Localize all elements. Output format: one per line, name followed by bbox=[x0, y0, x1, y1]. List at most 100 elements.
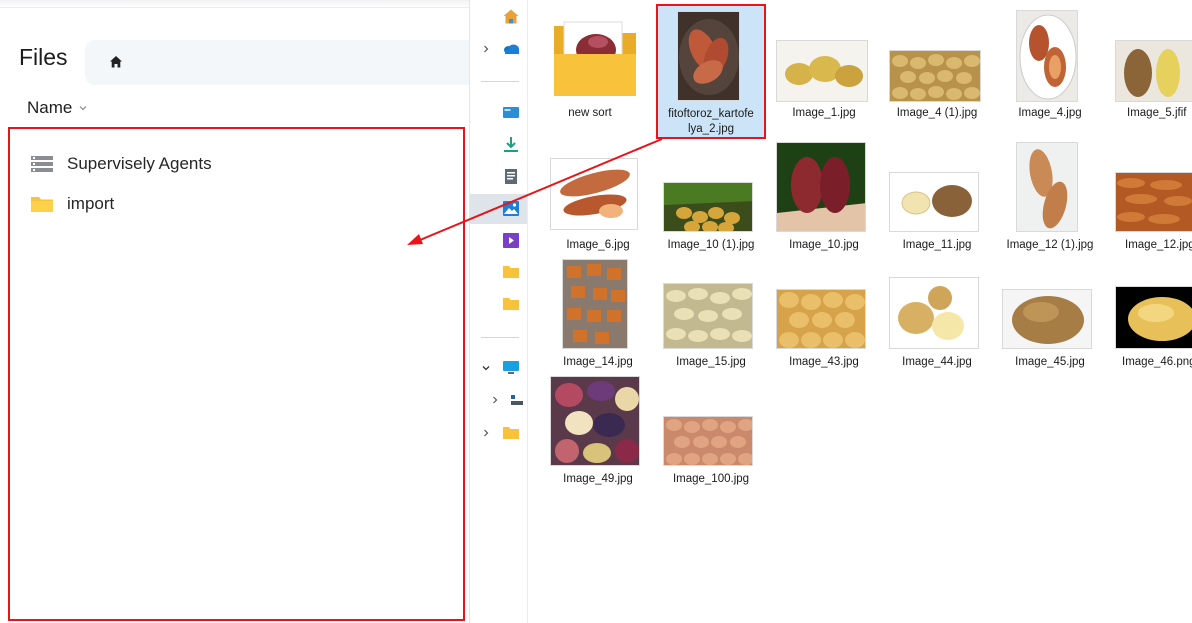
nav-item-folder-3[interactable] bbox=[470, 420, 527, 446]
file-name-label: Image_10 (1).jpg bbox=[667, 239, 755, 251]
file-tile[interactable]: Image_4.jpg bbox=[1002, 10, 1098, 120]
file-name-label: Image_1.jpg bbox=[792, 107, 856, 119]
web-files-panel: Files Name Supervisely Agents import bbox=[0, 0, 469, 623]
chevron-right-icon[interactable] bbox=[490, 395, 500, 405]
image-thumbnail bbox=[677, 11, 740, 101]
image-thumbnail bbox=[663, 416, 753, 466]
nav-item-onedrive[interactable] bbox=[470, 36, 527, 62]
onedrive-cloud-icon bbox=[504, 44, 519, 54]
nav-item-desktop[interactable] bbox=[470, 100, 527, 126]
image-thumbnail bbox=[550, 158, 638, 230]
file-tile[interactable]: Image_1.jpg bbox=[776, 10, 872, 120]
file-name-label: Image_49.jpg bbox=[563, 473, 633, 485]
sort-label: Name bbox=[27, 98, 73, 117]
file-name-line-2: lya_2.jpg bbox=[687, 123, 735, 135]
network-drive-icon bbox=[511, 395, 523, 405]
image-thumbnail bbox=[889, 277, 979, 349]
file-name-label: Image_11.jpg bbox=[902, 239, 972, 251]
file-tile[interactable]: Image_11.jpg bbox=[889, 142, 985, 252]
chevron-right-icon[interactable] bbox=[481, 428, 491, 438]
image-thumbnail bbox=[1115, 286, 1192, 349]
file-name-label: Image_4 (1).jpg bbox=[896, 107, 978, 119]
file-tile[interactable]: Image_12 (1).jpg bbox=[1002, 142, 1098, 252]
folder-icon bbox=[554, 21, 636, 96]
file-tile[interactable]: Image_14.jpg bbox=[550, 259, 646, 369]
breadcrumb bbox=[85, 40, 469, 85]
image-thumbnail bbox=[776, 40, 868, 102]
file-name-label: fitoftoroz_kartofe lya_2.jpg bbox=[653, 107, 769, 137]
folder-tile-new-sort[interactable]: new sort bbox=[542, 10, 638, 120]
desktop-icon bbox=[503, 107, 519, 118]
file-name-label: Image_12.jpg bbox=[1125, 239, 1192, 251]
image-thumbnail bbox=[1115, 40, 1192, 102]
file-tile[interactable]: Image_4 (1).jpg bbox=[889, 10, 985, 120]
file-tile[interactable]: Image_6.jpg bbox=[550, 142, 646, 252]
file-name-label: Image_12 (1).jpg bbox=[1006, 239, 1094, 251]
nav-item-home[interactable] bbox=[470, 4, 527, 30]
image-thumbnail bbox=[550, 376, 640, 466]
nav-item-this-pc[interactable] bbox=[470, 355, 527, 381]
nav-item-folder-2[interactable] bbox=[470, 291, 527, 317]
file-tile[interactable]: Image_44.jpg bbox=[889, 259, 985, 369]
top-strip bbox=[0, 0, 469, 8]
file-tile[interactable]: Image_45.jpg bbox=[1002, 259, 1098, 369]
nav-item-videos[interactable] bbox=[470, 228, 527, 254]
image-thumbnail bbox=[1002, 289, 1092, 349]
image-thumbnail bbox=[889, 50, 981, 102]
nav-divider bbox=[481, 337, 519, 338]
file-tile[interactable]: Image_46.png bbox=[1115, 259, 1192, 369]
file-tile[interactable]: Image_43.jpg bbox=[776, 259, 872, 369]
chevron-down-icon bbox=[79, 106, 87, 111]
file-tile[interactable]: Image_10 (1).jpg bbox=[663, 142, 759, 252]
image-thumbnail bbox=[663, 283, 753, 349]
image-thumbnail bbox=[776, 289, 866, 349]
image-thumbnail bbox=[562, 259, 628, 349]
file-tile-selected[interactable]: fitoftoroz_kartofe lya_2.jpg bbox=[656, 4, 766, 139]
file-name-label: Image_43.jpg bbox=[789, 356, 859, 368]
file-grid: new sort fitoftoroz_kartofe lya_2.jpg Im… bbox=[528, 0, 1192, 623]
file-name-label: Image_6.jpg bbox=[566, 239, 630, 251]
file-name-label: new sort bbox=[568, 107, 612, 119]
file-name-label: Image_10.jpg bbox=[789, 239, 859, 251]
nav-item-pictures[interactable] bbox=[470, 194, 527, 224]
nav-divider bbox=[481, 81, 519, 82]
file-explorer-window: new sort fitoftoroz_kartofe lya_2.jpg Im… bbox=[469, 0, 1192, 623]
image-thumbnail bbox=[663, 182, 753, 232]
nav-item-documents[interactable] bbox=[470, 164, 527, 190]
image-thumbnail bbox=[889, 172, 979, 232]
file-name-label: Image_4.jpg bbox=[1018, 107, 1082, 119]
folder-icon bbox=[503, 427, 519, 439]
nav-item-network-drive[interactable] bbox=[470, 387, 527, 413]
drop-target-highlight bbox=[8, 127, 465, 621]
image-thumbnail bbox=[776, 142, 866, 232]
home-icon bbox=[503, 9, 519, 24]
image-thumbnail bbox=[1016, 10, 1078, 102]
chevron-right-icon[interactable] bbox=[481, 44, 491, 54]
nav-item-downloads[interactable] bbox=[470, 132, 527, 158]
image-thumbnail bbox=[1115, 172, 1192, 232]
file-name-label: Image_15.jpg bbox=[676, 356, 746, 368]
file-tile[interactable]: Image_12.jpg bbox=[1115, 142, 1192, 252]
file-tile[interactable]: Image_15.jpg bbox=[663, 259, 759, 369]
file-name-label: Image_5.jfif bbox=[1127, 107, 1187, 119]
folder-icon bbox=[503, 298, 519, 310]
file-tile[interactable]: Image_5.jfif bbox=[1115, 10, 1192, 120]
documents-icon bbox=[505, 169, 517, 184]
home-icon[interactable] bbox=[108, 54, 124, 70]
nav-item-folder-1[interactable] bbox=[470, 259, 527, 285]
file-tile[interactable]: Image_49.jpg bbox=[550, 376, 646, 486]
image-thumbnail bbox=[1016, 142, 1078, 232]
file-name-label: Image_44.jpg bbox=[902, 356, 972, 368]
file-name-label: Image_100.jpg bbox=[672, 473, 750, 485]
pictures-icon bbox=[503, 201, 519, 216]
file-name-label: Image_45.jpg bbox=[1015, 356, 1085, 368]
sort-by-name-header[interactable]: Name bbox=[27, 98, 88, 118]
file-name-line-1: fitoftoroz_kartofe bbox=[668, 108, 754, 120]
file-name-label: Image_14.jpg bbox=[563, 356, 633, 368]
chevron-down-icon[interactable] bbox=[481, 363, 491, 373]
file-tile[interactable]: Image_100.jpg bbox=[663, 376, 759, 486]
file-name-label: Image_46.png bbox=[1122, 356, 1192, 368]
downloads-icon bbox=[504, 137, 518, 152]
file-tile[interactable]: Image_10.jpg bbox=[776, 142, 872, 252]
videos-icon bbox=[503, 233, 519, 248]
